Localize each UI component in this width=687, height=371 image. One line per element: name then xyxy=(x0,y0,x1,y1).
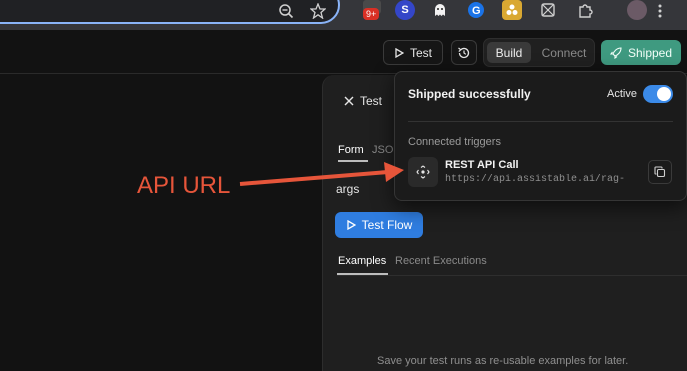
annotation-arrow xyxy=(239,162,404,186)
